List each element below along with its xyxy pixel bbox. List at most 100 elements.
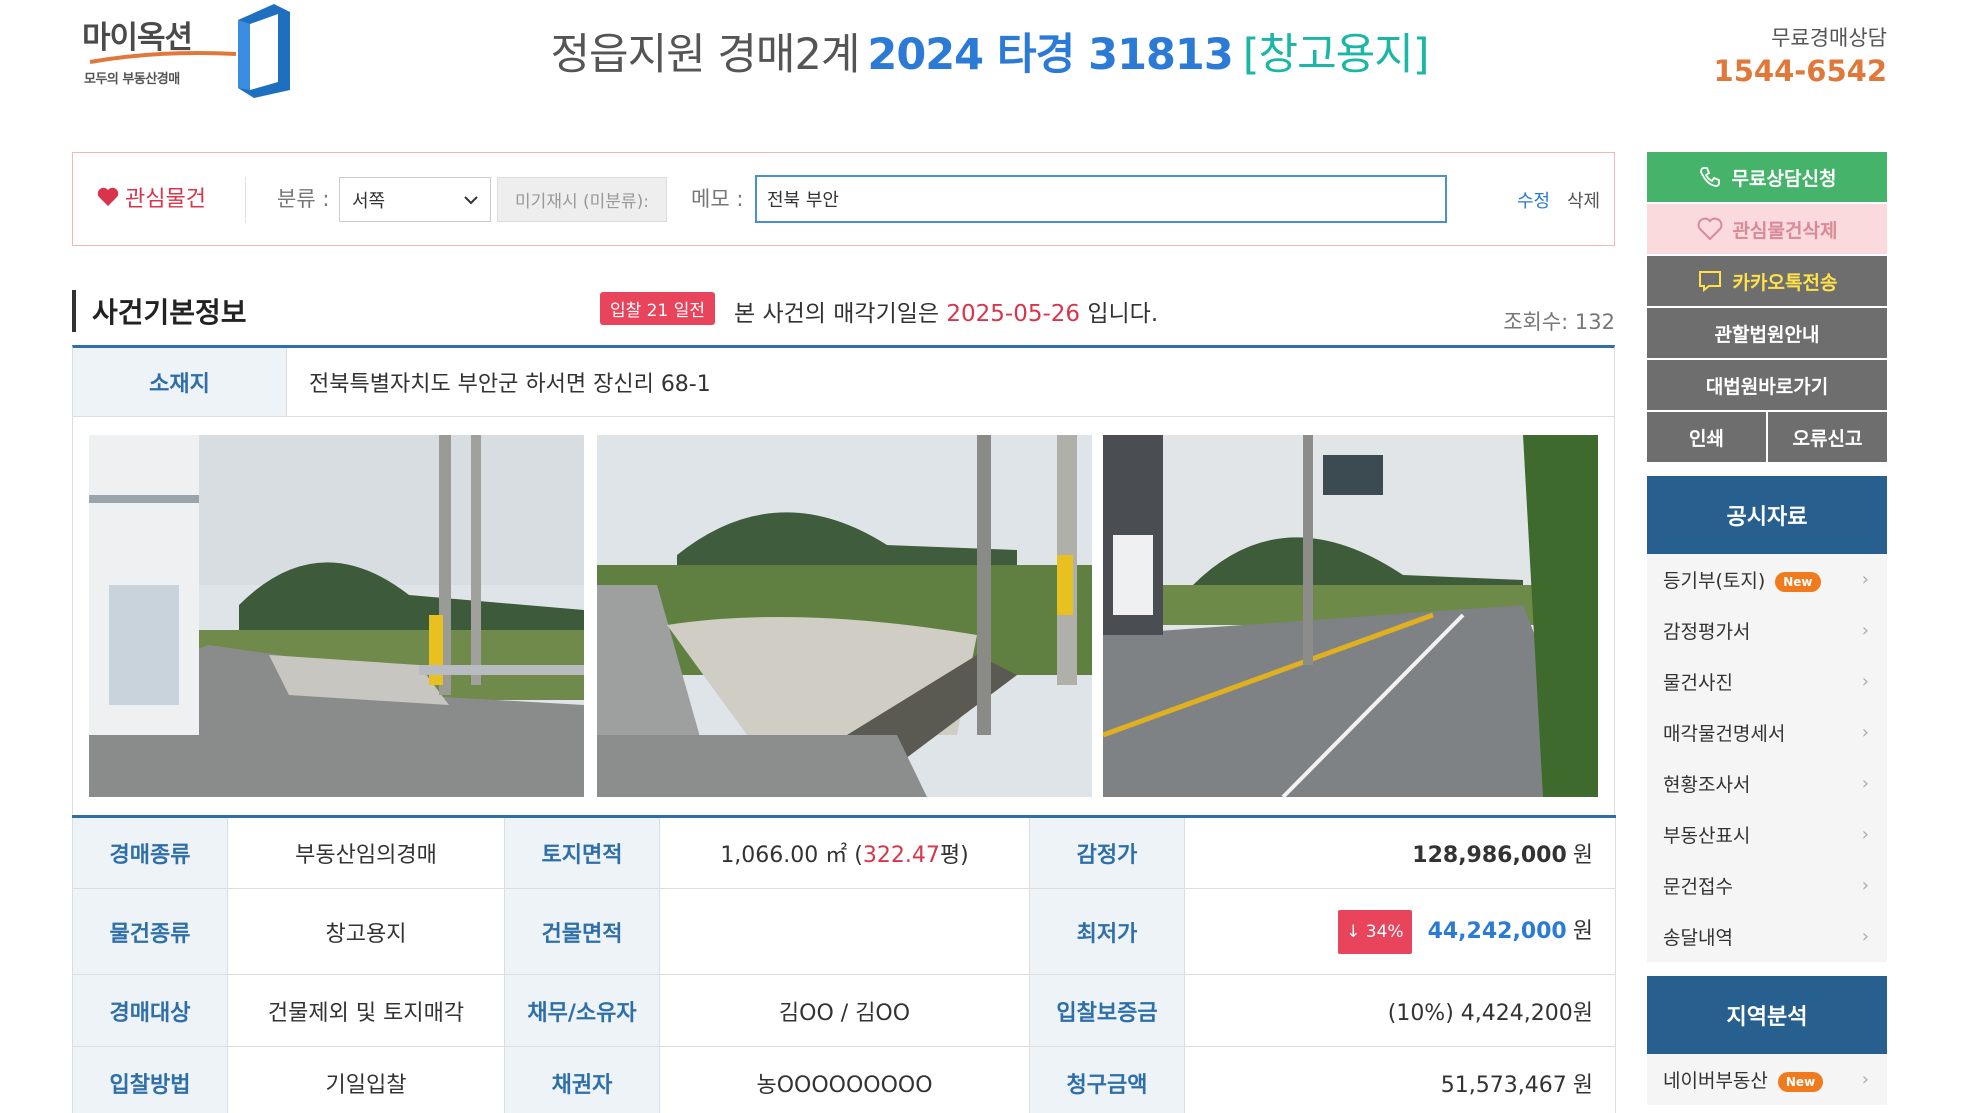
bid-method-value: 기일입찰 — [227, 1046, 505, 1113]
section-title: 사건기본정보 — [72, 290, 247, 332]
print-button[interactable]: 인쇄 — [1647, 412, 1766, 462]
property-photo-image — [597, 435, 1092, 797]
sale-suffix: 입니다. — [1087, 301, 1159, 327]
category-select[interactable]: 서쪽 — [339, 177, 491, 222]
free-consult-button[interactable]: 무료상담신청 — [1647, 152, 1887, 202]
claim-value: 51,573,467 원 — [1184, 1046, 1616, 1113]
appraisal-unit: 원 — [1572, 843, 1593, 868]
sale-date-message: 본 사건의 매각기일은 2025-05-26 입니다. — [734, 294, 1158, 328]
table-row: 경매종류 부동산임의경매 토지면적 1,066.00 ㎡ (322.47평) 감… — [72, 816, 1616, 889]
table-row: 경매대상 건물제외 및 토지매각 채무/소유자 김OO / 김OO 입찰보증금 … — [72, 974, 1616, 1047]
divider — [245, 177, 246, 223]
doc-item-label: 현황조사서 — [1663, 774, 1751, 796]
doc-item-survey[interactable]: 현황조사서 › — [1647, 758, 1887, 809]
doc-item-appraisal[interactable]: 감정평가서 › — [1647, 605, 1887, 656]
doc-item-delivery[interactable]: 송달내역 › — [1647, 911, 1887, 962]
new-badge: New — [1775, 571, 1821, 592]
chevron-right-icon: › — [1861, 569, 1869, 590]
region-item-naver[interactable]: 네이버부동산 New › — [1647, 1054, 1887, 1105]
doc-item-label: 문건접수 — [1663, 876, 1733, 898]
hotline[interactable]: 무료경매상담 1544-6542 — [1714, 22, 1887, 88]
page-title: 정읍지원 경매2계 2024 타경 31813 [창고용지] — [0, 20, 1979, 82]
chevron-right-icon: › — [1861, 824, 1869, 845]
case-info-table: 경매종류 부동산임의경매 토지면적 1,066.00 ㎡ (322.47평) 감… — [72, 815, 1616, 1113]
land-area-sqm: 1,066.00 ㎡ ( — [720, 843, 863, 868]
print-report-group: 인쇄 오류신고 — [1647, 412, 1887, 462]
case-number: 2024 타경 31813 — [867, 30, 1233, 80]
owner-label: 채무/소유자 — [504, 974, 660, 1047]
doc-item-label: 매각물건명세서 — [1663, 723, 1786, 745]
heart-icon — [97, 187, 119, 206]
chevron-right-icon: › — [1861, 926, 1869, 947]
property-photo[interactable] — [89, 435, 584, 797]
court-name: 정읍지원 경매2계 — [550, 30, 860, 80]
min-price-amount: 44,242,000 — [1427, 918, 1567, 944]
memo-label: 메모 : — [691, 187, 744, 211]
category-value: 서쪽 — [352, 190, 386, 212]
region-panel: 지역분석 네이버부동산 New › — [1647, 976, 1887, 1105]
bid-method-label: 입찰방법 — [72, 1046, 228, 1113]
heart-outline-icon — [1697, 217, 1722, 241]
doc-item-label: 감정평가서 — [1663, 621, 1751, 643]
property-photo[interactable] — [1103, 435, 1598, 797]
chevron-right-icon: › — [1861, 722, 1869, 743]
memo-edit-link[interactable]: 수정 — [1517, 187, 1550, 213]
appraisal-value: 128,986,000 원 — [1184, 816, 1616, 889]
doc-item-label: 등기부(토지) — [1663, 570, 1766, 592]
building-area-value — [659, 888, 1030, 975]
table-row: 입찰방법 기일입찰 채권자 농OOOOOOOOO 청구금액 51,573,467… — [72, 1046, 1616, 1113]
right-sidebar: 무료상담신청 관심물건삭제 카카오톡전송 관할법원안내 대법원바로가기 인쇄 오… — [1647, 152, 1887, 1105]
property-photo-image — [1103, 435, 1598, 797]
interest-bar: 관심물건 분류 : 서쪽 미기재시 (미분류): 메모 : 전북 부안 수정 삭… — [72, 152, 1615, 246]
price-drop-badge: ↓ 34% — [1338, 909, 1412, 954]
new-badge: New — [1777, 1071, 1824, 1092]
favorite-toggle[interactable]: 관심물건 — [97, 181, 206, 213]
creditor-value: 농OOOOOOOOO — [659, 1046, 1030, 1113]
building-area-label: 건물면적 — [504, 888, 660, 975]
land-area-value: 1,066.00 ㎡ (322.47평) — [659, 816, 1030, 889]
auction-kind-value: 부동산임의경매 — [227, 816, 505, 889]
memo-delete-link[interactable]: 삭제 — [1567, 187, 1600, 213]
sale-prefix: 본 사건의 매각기일은 — [734, 301, 940, 327]
target-value: 건물제외 및 토지매각 — [227, 974, 505, 1047]
supreme-court-link[interactable]: 대법원바로가기 — [1647, 360, 1887, 410]
remove-favorite-label: 관심물건삭제 — [1732, 219, 1838, 242]
target-label: 경매대상 — [72, 974, 228, 1047]
category-label: 분류 : — [277, 187, 330, 211]
favorite-label: 관심물건 — [125, 187, 206, 212]
table-row: 물건종류 창고용지 건물면적 최저가 ↓ 34% 44,242,000 원 — [72, 888, 1616, 975]
chevron-right-icon: › — [1861, 875, 1869, 896]
doc-item-property-display[interactable]: 부동산표시 › — [1647, 809, 1887, 860]
memo-input[interactable]: 전북 부안 — [755, 175, 1447, 223]
report-error-button[interactable]: 오류신고 — [1768, 412, 1887, 462]
unset-category-input[interactable]: 미기재시 (미분류): — [497, 177, 667, 222]
doc-item-sale-spec[interactable]: 매각물건명세서 › — [1647, 707, 1887, 758]
hotline-number[interactable]: 1544-6542 — [1714, 54, 1887, 88]
deposit-label: 입찰보증금 — [1029, 974, 1185, 1047]
land-area-label: 토지면적 — [504, 816, 660, 889]
property-photo[interactable] — [597, 435, 1092, 797]
location-label: 소재지 — [73, 348, 287, 416]
kakao-send-button[interactable]: 카카오톡전송 — [1647, 256, 1887, 306]
item-kind-value: 창고용지 — [227, 888, 505, 975]
min-price-unit: 원 — [1572, 918, 1593, 944]
photo-gallery — [72, 417, 1615, 817]
claim-amount: 51,573,467 — [1440, 1072, 1567, 1098]
land-area-pyeong: 322.47 — [862, 843, 940, 868]
doc-item-registry[interactable]: 등기부(토지) New › — [1647, 554, 1887, 605]
doc-item-filings[interactable]: 문건접수 › — [1647, 860, 1887, 911]
doc-item-photos[interactable]: 물건사진 › — [1647, 656, 1887, 707]
doc-item-label: 물건사진 — [1663, 672, 1733, 694]
chat-bubble-icon — [1698, 271, 1721, 293]
remove-favorite-button[interactable]: 관심물건삭제 — [1647, 204, 1887, 254]
appraisal-amount: 128,986,000 — [1412, 843, 1567, 868]
free-consult-label: 무료상담신청 — [1731, 167, 1837, 190]
court-info-button[interactable]: 관할법원안내 — [1647, 308, 1887, 358]
kakao-send-label: 카카오톡전송 — [1732, 271, 1838, 294]
claim-unit: 원 — [1572, 1072, 1593, 1098]
appraisal-label: 감정가 — [1029, 816, 1185, 889]
chevron-right-icon: › — [1861, 773, 1869, 794]
claim-label: 청구금액 — [1029, 1046, 1185, 1113]
chevron-right-icon: › — [1861, 1069, 1869, 1090]
owner-value: 김OO / 김OO — [659, 974, 1030, 1047]
